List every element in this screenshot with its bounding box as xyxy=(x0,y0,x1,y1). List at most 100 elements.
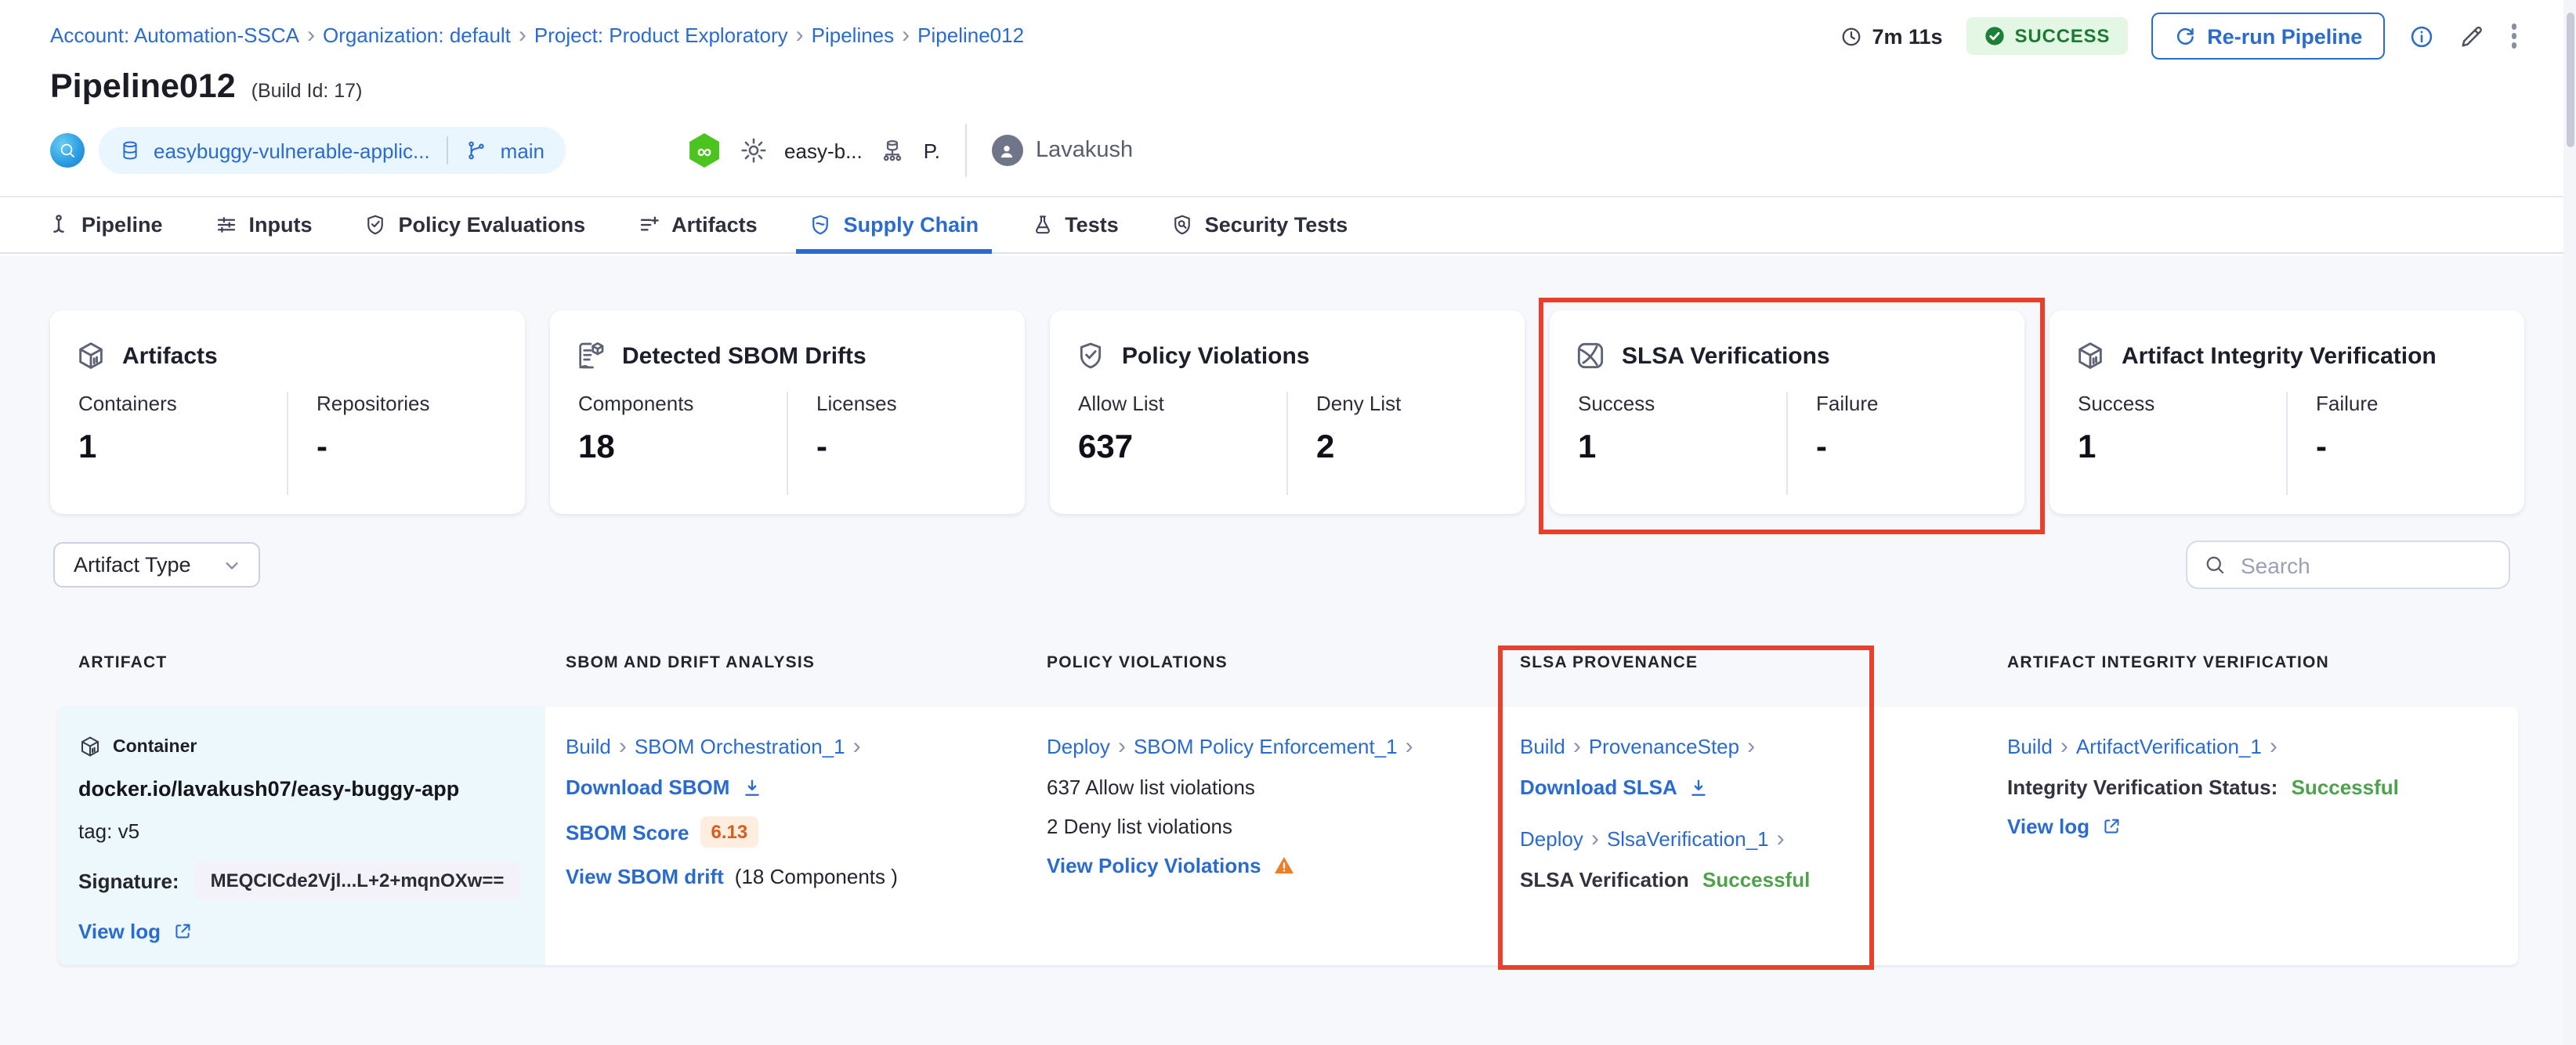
view-log-link[interactable]: View log xyxy=(78,920,161,943)
col-header-slsa: SLSA PROVENANCE xyxy=(1520,653,1699,672)
stat-label: Failure xyxy=(1816,392,1879,415)
infrastructure-icon xyxy=(880,137,906,164)
sbom-document-icon xyxy=(575,340,606,371)
artifact-type: Container xyxy=(113,737,197,756)
integrity-stage-link[interactable]: Build xyxy=(2007,735,2053,758)
policy-step-link[interactable]: SBOM Policy Enforcement_1 xyxy=(1134,735,1398,758)
branch-link[interactable]: main xyxy=(501,139,545,162)
sbom-score-link[interactable]: SBOM Score xyxy=(566,820,689,844)
stat-value: 2 xyxy=(1316,429,1335,465)
stat-label: Success xyxy=(1578,392,1655,415)
download-icon xyxy=(740,776,762,798)
col-header-sbom: SBOM AND DRIFT ANALYSIS xyxy=(566,653,816,672)
sbom-drift-count: (18 Components ) xyxy=(734,865,898,888)
info-button[interactable] xyxy=(2408,23,2434,49)
tab-security-tests[interactable]: Security Tests xyxy=(1170,197,1348,252)
stat-value: 637 xyxy=(1078,429,1134,465)
stat-label: Containers xyxy=(78,392,177,415)
tab-supply-chain[interactable]: Supply Chain xyxy=(796,197,992,254)
stat-value: 1 xyxy=(1578,429,1597,465)
tab-artifacts[interactable]: Artifacts xyxy=(637,197,758,252)
policy-stage-link[interactable]: Deploy xyxy=(1047,735,1110,758)
more-options-button[interactable] xyxy=(2508,21,2520,52)
sbom-step-link[interactable]: SBOM Orchestration_1 xyxy=(635,735,845,758)
slsa-stage1-link[interactable]: Build xyxy=(1520,735,1565,758)
info-icon xyxy=(2408,23,2434,49)
breadcrumb-account[interactable]: Account: Automation-SSCA xyxy=(50,24,299,47)
chevron-right-icon xyxy=(853,735,861,758)
card-title: SLSA Verifications xyxy=(1622,342,1830,369)
download-sbom-link[interactable]: Download SBOM xyxy=(566,776,729,799)
tab-label: Inputs xyxy=(248,213,313,237)
artifact-tag: tag: v5 xyxy=(78,819,140,843)
sliders-icon xyxy=(215,213,238,237)
tab-pipeline[interactable]: Pipeline xyxy=(47,197,163,252)
download-slsa-link[interactable]: Download SLSA xyxy=(1520,776,1677,799)
integrity-step-link[interactable]: ArtifactVerification_1 xyxy=(2076,735,2262,758)
stat-label: Components xyxy=(578,392,694,415)
signature-value: MEQCICde2Vjl...L+2+mqnOXw== xyxy=(194,862,520,899)
avatar xyxy=(991,135,1023,166)
artifact-type-select[interactable]: Artifact Type xyxy=(53,542,260,588)
slsa-stage2-link[interactable]: Deploy xyxy=(1520,827,1583,851)
sbom-stage-link[interactable]: Build xyxy=(566,735,611,758)
stat-value: - xyxy=(2316,429,2327,465)
external-link-icon xyxy=(172,921,192,942)
scrollbar-thumb[interactable] xyxy=(2566,13,2574,147)
topbar: Account: Automation-SSCA Organization: d… xyxy=(0,0,2576,72)
tab-inputs[interactable]: Inputs xyxy=(215,197,313,252)
pipeline-icon xyxy=(47,213,71,237)
stat-label: Licenses xyxy=(816,392,897,415)
pill-divider xyxy=(447,136,449,165)
view-sbom-drift-link[interactable]: View SBOM drift xyxy=(566,865,724,888)
ci-module-icon xyxy=(50,133,85,168)
chevron-right-icon xyxy=(796,24,804,47)
stat-value: 1 xyxy=(78,429,97,465)
chevron-right-icon xyxy=(2060,735,2068,758)
flask-icon xyxy=(1030,213,1054,237)
build-id: (Build Id: 17) xyxy=(251,80,363,102)
trigger-short: P. xyxy=(923,139,940,162)
card-artifact-integrity: Artifact Integrity Verification Success 1… xyxy=(2050,310,2524,514)
external-link-icon xyxy=(2100,816,2121,837)
trigger-info: ∞ easy-b... P. xyxy=(687,133,940,168)
breadcrumb-pipelines[interactable]: Pipelines xyxy=(812,24,895,47)
trigger-name: easy-b... xyxy=(784,139,863,162)
col-header-artifact: ARTIFACT xyxy=(78,653,168,672)
artifact-image-name: docker.io/lavakush07/easy-buggy-app xyxy=(78,777,460,801)
cube-icon xyxy=(2075,340,2106,371)
page-title: Pipeline012 xyxy=(50,67,236,105)
edit-pipeline-button[interactable] xyxy=(2458,23,2484,49)
card-title: Detected SBOM Drifts xyxy=(622,342,867,369)
col-header-policy: POLICY VIOLATIONS xyxy=(1047,653,1228,672)
repo-link[interactable]: easybuggy-vulnerable-applic... xyxy=(154,139,430,162)
trigger-webhook-icon: ∞ xyxy=(689,133,719,168)
view-policy-violations-link[interactable]: View Policy Violations xyxy=(1047,854,1261,877)
magnifier-icon xyxy=(58,141,77,160)
breadcrumb-pipeline012[interactable]: Pipeline012 xyxy=(917,24,1024,47)
tab-tests[interactable]: Tests xyxy=(1030,197,1119,252)
card-sbom-drifts: Detected SBOM Drifts Components 18 Licens… xyxy=(550,310,1025,514)
rerun-pipeline-button[interactable]: Re-run Pipeline xyxy=(2151,13,2385,60)
repo-pill: easybuggy-vulnerable-applic... main xyxy=(99,127,566,174)
table-header-row: ARTIFACT SBOM AND DRIFT ANALYSIS POLICY … xyxy=(58,653,2518,672)
breadcrumb-organization[interactable]: Organization: default xyxy=(323,24,511,47)
slsa-status-label: SLSA Verification xyxy=(1520,868,1689,891)
tab-label: Tests xyxy=(1065,213,1119,237)
breadcrumb-project[interactable]: Project: Product Exploratory xyxy=(534,24,788,47)
card-artifacts: Artifacts Containers 1 Repositories - xyxy=(50,310,525,514)
stat-label: Repositories xyxy=(317,392,430,415)
tab-policy-evaluations[interactable]: Policy Evaluations xyxy=(364,197,585,252)
chevron-right-icon xyxy=(1118,735,1126,758)
warning-icon xyxy=(1272,854,1296,877)
card-title: Policy Violations xyxy=(1122,342,1310,369)
slsa-step1-link[interactable]: ProvenanceStep xyxy=(1589,735,1739,758)
cube-icon xyxy=(78,735,102,758)
search-input[interactable] xyxy=(2238,551,2479,579)
person-icon xyxy=(997,140,1018,161)
view-log-link[interactable]: View log xyxy=(2007,815,2089,838)
slsa-step2-link[interactable]: SlsaVerification_1 xyxy=(1607,827,1769,851)
supply-chain-page: Account: Automation-SSCA Organization: d… xyxy=(0,0,2576,1045)
sbom-score-badge: 6.13 xyxy=(700,816,759,848)
shield-check-icon xyxy=(364,213,388,237)
